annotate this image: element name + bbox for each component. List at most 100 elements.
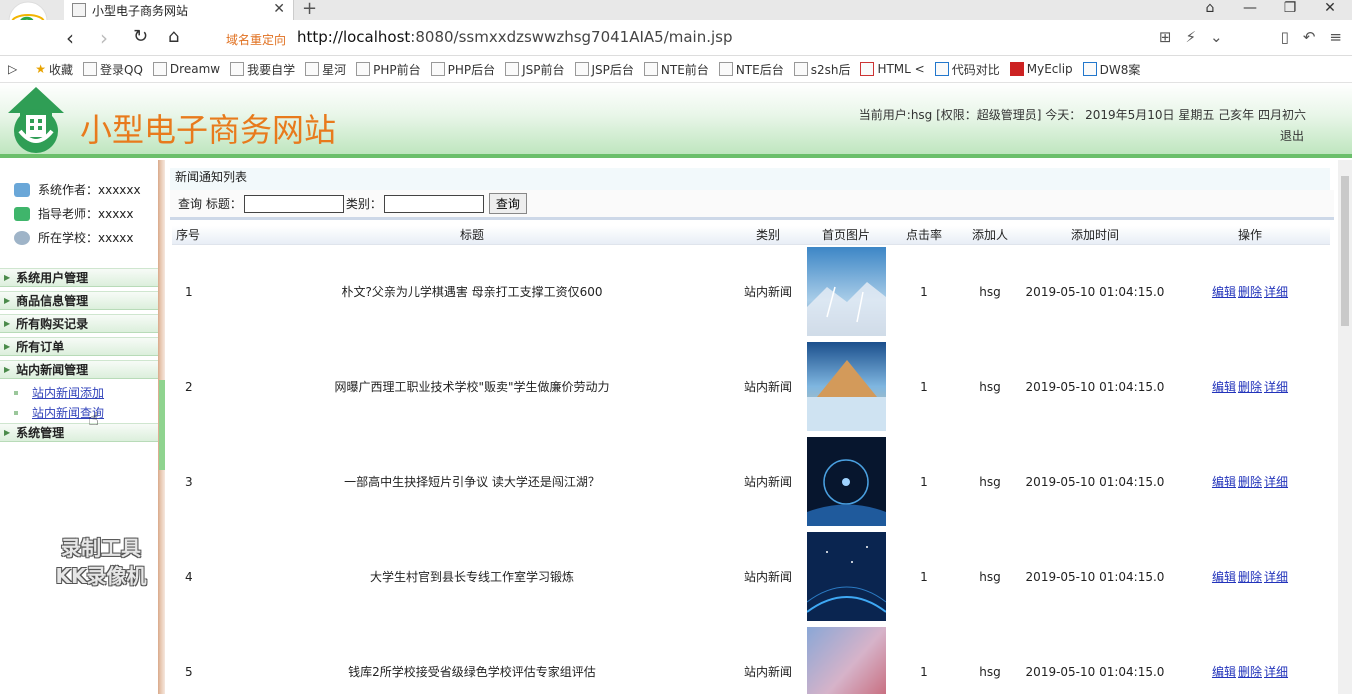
menu-news-management[interactable]: ▶ 站内新闻管理 — [0, 360, 158, 379]
detail-link[interactable]: 详细 — [1264, 665, 1288, 679]
bookmark-icon — [934, 62, 949, 76]
url-field[interactable]: http://localhost:8080/ssmxxdzswwzhsg7041… — [297, 28, 733, 46]
home-icon[interactable]: ⌂ — [168, 26, 179, 47]
delete-link[interactable]: 删除 — [1238, 380, 1262, 394]
cell-title: 大学生村官到县长专线工作室学习锻炼 — [369, 570, 574, 584]
title-search-input[interactable] — [243, 194, 344, 213]
site-header: 小型电子商务网站 当前用户:hsg [权限：超级管理员] 今天： 2019年5月… — [0, 83, 1352, 158]
cell-no: 2 — [185, 379, 193, 394]
menu-user-management[interactable]: ▶ 系统用户管理 — [0, 268, 158, 287]
menu-orders[interactable]: ▶ 所有订单 — [0, 337, 158, 356]
bookmark-item[interactable]: 代码对比 — [934, 61, 1000, 78]
forward-icon[interactable]: › — [100, 26, 108, 50]
cell-category: 站内新闻 — [743, 380, 792, 394]
edit-link[interactable]: 编辑 — [1212, 380, 1236, 394]
back-icon[interactable]: ‹ — [66, 26, 74, 50]
caret-right-icon: ▶ — [4, 342, 11, 351]
cell-author: hsg — [979, 664, 1001, 679]
menu-icon[interactable]: ≡ — [1329, 28, 1342, 46]
news-thumbnail[interactable] — [806, 342, 886, 431]
bookmark-icon — [505, 62, 520, 76]
bookmark-item[interactable]: ★ 收藏 — [35, 61, 73, 78]
paw-icon — [1082, 62, 1097, 76]
bookmark-item[interactable]: PHP后台 — [430, 61, 495, 78]
menu-product-management[interactable]: ▶ 商品信息管理 — [0, 291, 158, 310]
cell-clicks: 1 — [920, 284, 928, 299]
delete-link[interactable]: 删除 — [1238, 285, 1262, 299]
url-host: http://localhost — [297, 28, 411, 46]
bookmark-item[interactable]: HTML < — [860, 62, 925, 76]
search-button[interactable]: 查询 — [488, 193, 527, 214]
bookmark-icon — [430, 62, 445, 76]
chevron-down-icon[interactable]: ⌄ — [1210, 28, 1223, 46]
bookmark-item[interactable]: 登录QQ — [83, 61, 143, 78]
logout-link[interactable]: 退出 — [1280, 127, 1304, 144]
hand-cursor-icon: ☝ — [88, 409, 99, 430]
table-row: 4 大学生村官到县长专线工作室学习锻炼 站内新闻 1 hsg 2019-05-1… — [172, 529, 1330, 624]
bookmark-page-icon[interactable]: ▯ — [1281, 28, 1289, 46]
bookmark-item[interactable]: NTE后台 — [718, 61, 784, 78]
bookmark-item[interactable]: NTE前台 — [643, 61, 709, 78]
bookmark-item[interactable]: 星河 — [305, 61, 346, 78]
new-tab-icon[interactable]: + — [302, 0, 317, 19]
bookmark-item[interactable]: Dreamw — [152, 62, 220, 76]
bookmark-item[interactable]: JSP后台 — [574, 61, 634, 78]
category-search-input[interactable] — [383, 194, 484, 213]
undo-icon[interactable]: ↶ — [1303, 28, 1316, 46]
delete-link[interactable]: 删除 — [1238, 665, 1262, 679]
delete-link[interactable]: 删除 — [1238, 570, 1262, 584]
news-thumbnail[interactable] — [806, 247, 886, 337]
bookmark-icon — [793, 62, 808, 76]
detail-link[interactable]: 详细 — [1264, 380, 1288, 394]
menu-system-management[interactable]: ▶ 系统管理 — [0, 423, 158, 442]
table-row: 5 钱库2所学校接受省级绿色学校评估专家组评估 站内新闻 1 hsg 2019-… — [172, 624, 1330, 694]
minimize-icon[interactable]: — — [1232, 0, 1268, 16]
shirt-icon[interactable]: ⌂ — [1192, 0, 1228, 16]
bookmark-item[interactable]: JSP前台 — [505, 61, 565, 78]
bookmark-item[interactable]: 我要自学 — [230, 61, 295, 78]
cell-clicks: 1 — [920, 569, 928, 584]
restore-icon[interactable]: ❐ — [1272, 0, 1308, 16]
school-info: 所在学校：xxxxx — [14, 229, 134, 246]
edit-link[interactable]: 编辑 — [1212, 570, 1236, 584]
cell-image — [804, 244, 888, 339]
detail-link[interactable]: 详细 — [1264, 570, 1288, 584]
caret-right-icon: ▶ — [4, 319, 11, 328]
address-bar: ‹ › ↻ ⌂ 域名重定向 http://localhost:8080/ssmx… — [0, 20, 1352, 56]
news-thumbnail[interactable] — [806, 437, 886, 526]
edit-link[interactable]: 编辑 — [1212, 665, 1236, 679]
cell-time: 2019-05-10 01:04:15.0 — [1025, 664, 1165, 679]
bookmark-item[interactable]: PHP前台 — [356, 61, 421, 78]
cell-category: 站内新闻 — [743, 570, 792, 584]
cell-image — [804, 434, 888, 529]
delete-link[interactable]: 删除 — [1238, 475, 1262, 489]
browser-tab[interactable]: 小型电子商务网站 ✕ — [64, 0, 294, 20]
sidebar-collapse-handle[interactable] — [159, 380, 165, 470]
news-thumbnail[interactable] — [806, 627, 886, 694]
main-scrollbar[interactable] — [1338, 160, 1352, 694]
menu-purchase-records[interactable]: ▶ 所有购买记录 — [0, 314, 158, 333]
tab-close-icon[interactable]: ✕ — [273, 1, 285, 17]
bookmark-item[interactable]: DW8案 — [1082, 61, 1140, 78]
bookmark-item[interactable]: s2sh后 — [793, 61, 850, 78]
bookmarks-toggle-icon[interactable]: ▷ — [8, 62, 17, 76]
cell-clicks: 1 — [920, 664, 928, 679]
detail-link[interactable]: 详细 — [1264, 285, 1288, 299]
close-window-icon[interactable]: ✕ — [1312, 0, 1348, 16]
reload-icon[interactable]: ↻ — [133, 26, 148, 47]
school-icon — [14, 230, 30, 245]
edit-link[interactable]: 编辑 — [1212, 285, 1236, 299]
page-favicon-icon — [72, 3, 86, 17]
sidebar-item-news-add[interactable]: 站内新闻添加 — [14, 384, 104, 401]
teacher-info: 指导老师：xxxxx — [14, 205, 134, 222]
detail-link[interactable]: 详细 — [1264, 475, 1288, 489]
bolt-icon[interactable]: ⚡ — [1185, 28, 1196, 46]
site-logo-icon — [8, 87, 64, 153]
news-thumbnail[interactable] — [806, 532, 886, 621]
bookmark-item[interactable]: MyEclip — [1009, 62, 1073, 76]
cell-actions: 编辑 删除 详细 — [1170, 529, 1330, 624]
scrollbar-thumb[interactable] — [1341, 176, 1349, 326]
col-author: 添加人 — [960, 226, 1020, 245]
edit-link[interactable]: 编辑 — [1212, 475, 1236, 489]
grid-icon[interactable]: ⊞ — [1159, 28, 1172, 46]
